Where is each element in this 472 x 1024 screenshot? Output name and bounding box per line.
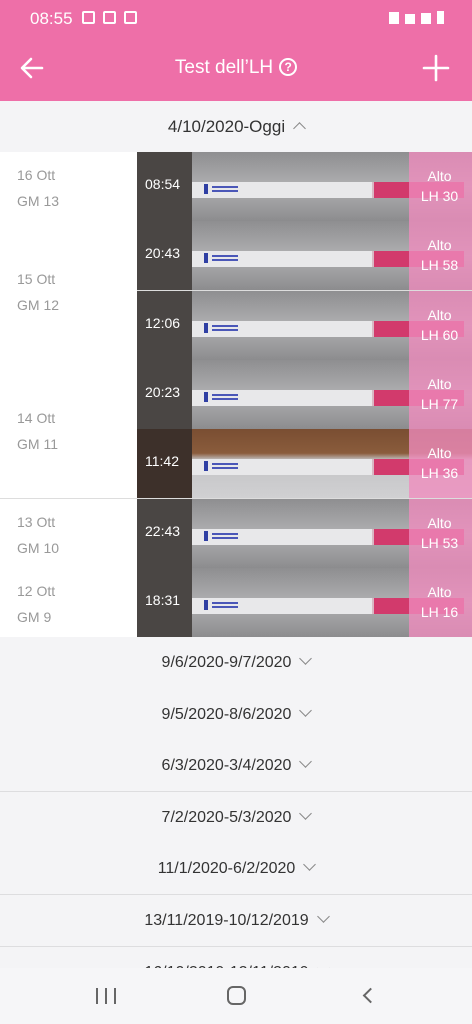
test-strip-item[interactable]: 20:43 Alto LH 58 bbox=[137, 221, 472, 290]
chevron-down-icon bbox=[299, 652, 313, 665]
test-level: Alto bbox=[427, 376, 452, 392]
battery-icon bbox=[437, 11, 444, 24]
period-label: 9/6/2020-9/7/2020 bbox=[161, 654, 292, 671]
gallery-icon bbox=[82, 11, 95, 24]
chevron-down-icon bbox=[316, 910, 330, 923]
home-icon[interactable] bbox=[227, 986, 246, 1005]
plus-icon bbox=[422, 54, 450, 82]
period-item[interactable]: 7/2/2020-5/3/2020 bbox=[0, 792, 472, 844]
test-time: 12:06 bbox=[145, 315, 181, 331]
test-time: 11:42 bbox=[145, 453, 179, 469]
test-result: Alto LH 53 bbox=[417, 513, 462, 553]
test-time: 20:23 bbox=[145, 384, 181, 400]
check-icon bbox=[124, 11, 137, 24]
test-level: Alto bbox=[427, 237, 452, 253]
day-label: 13 Ott GM 10 bbox=[17, 509, 59, 561]
test-lh-value: LH 36 bbox=[420, 465, 459, 481]
period-item[interactable]: 13/11/2019-10/12/2019 bbox=[0, 895, 472, 947]
period-label: 13/11/2019-10/12/2019 bbox=[144, 912, 309, 929]
test-level: Alto bbox=[427, 515, 452, 531]
test-result: Alto LH 16 bbox=[417, 582, 462, 622]
test-level: Alto bbox=[427, 445, 452, 461]
day-date: 13 Ott bbox=[17, 514, 56, 530]
period-item[interactable]: 9/5/2020-8/6/2020 bbox=[0, 689, 472, 741]
test-level: Alto bbox=[427, 584, 452, 600]
chevron-down-icon bbox=[299, 807, 313, 820]
test-result: Alto LH 77 bbox=[417, 374, 462, 414]
current-period-header[interactable]: 4/10/2020-Oggi bbox=[0, 101, 472, 152]
period-item[interactable]: 6/3/2020-3/4/2020 bbox=[0, 740, 472, 792]
cycle-day: GM 13 bbox=[17, 193, 60, 209]
test-result: Alto LH 30 bbox=[417, 166, 462, 206]
page-title-text: Test dell’LH bbox=[174, 57, 274, 78]
system-nav-bar bbox=[0, 968, 472, 1024]
cycle-day: GM 11 bbox=[17, 436, 58, 452]
cycle-day: GM 9 bbox=[17, 609, 52, 625]
day-label: 12 Ott GM 9 bbox=[17, 578, 55, 630]
test-time: 22:43 bbox=[145, 523, 181, 539]
signal-icon bbox=[421, 13, 431, 24]
chevron-down-icon bbox=[303, 858, 317, 871]
wifi-icon bbox=[405, 14, 415, 24]
test-strip-item[interactable]: 22:43 Alto LH 53 bbox=[137, 499, 472, 568]
test-lh-value: LH 53 bbox=[420, 535, 459, 551]
cycle-day: GM 12 bbox=[17, 297, 60, 313]
day-label: 15 Ott GM 12 bbox=[17, 266, 59, 318]
test-strip-item[interactable]: 18:31 Alto LH 16 bbox=[137, 568, 472, 637]
test-lh-value: LH 60 bbox=[420, 327, 459, 343]
test-result: Alto LH 60 bbox=[417, 305, 462, 345]
day-date: 12 Ott bbox=[17, 583, 56, 599]
current-period-label: 4/10/2020-Oggi bbox=[167, 117, 286, 136]
chevron-up-icon bbox=[293, 122, 306, 135]
test-time: 18:31 bbox=[145, 592, 181, 608]
notification-icons bbox=[82, 11, 137, 24]
day-date: 16 Ott bbox=[17, 167, 56, 183]
status-time: 08:55 bbox=[30, 9, 73, 28]
test-lh-value: LH 77 bbox=[420, 396, 459, 412]
test-lh-value: LH 16 bbox=[420, 604, 459, 620]
day-label: 14 Ott GM 11 bbox=[17, 405, 58, 457]
test-strip-item[interactable]: 11:42 Alto LH 36 bbox=[137, 429, 472, 498]
test-strip-item[interactable]: 12:06 Alto LH 60 bbox=[137, 291, 472, 360]
app-bar: 08:55 Test dell’LH? bbox=[0, 0, 472, 101]
shopping-icon bbox=[103, 11, 116, 24]
test-result: Alto LH 36 bbox=[417, 443, 462, 483]
status-bar: 08:55 bbox=[0, 0, 472, 38]
period-label: 9/5/2020-8/6/2020 bbox=[161, 706, 292, 723]
page-title: Test dell’LH? bbox=[0, 57, 472, 79]
system-icons bbox=[389, 11, 444, 24]
test-time: 08:54 bbox=[145, 176, 181, 192]
period-label: 7/2/2020-5/3/2020 bbox=[161, 809, 292, 826]
test-level: Alto bbox=[427, 168, 452, 184]
question-circle-icon[interactable]: ? bbox=[279, 58, 298, 76]
add-test-button[interactable] bbox=[420, 52, 452, 84]
test-lh-value: LH 58 bbox=[420, 257, 459, 273]
test-time: 20:43 bbox=[145, 245, 181, 261]
chevron-down-icon bbox=[299, 704, 313, 717]
test-strip-item[interactable]: 08:54 Alto LH 30 bbox=[137, 152, 472, 221]
back-nav-icon[interactable] bbox=[362, 987, 379, 1004]
day-date: 15 Ott bbox=[17, 271, 56, 287]
day-date: 14 Ott bbox=[17, 410, 56, 426]
test-result: Alto LH 58 bbox=[417, 235, 462, 275]
test-list: 16 Ott GM 13 15 Ott GM 12 14 Ott GM 11 13 O… bbox=[0, 152, 472, 637]
mute-icon bbox=[389, 12, 399, 24]
title-bar: Test dell’LH? bbox=[0, 38, 472, 101]
chevron-down-icon bbox=[299, 755, 313, 768]
test-strip-item[interactable]: 20:23 Alto LH 77 bbox=[137, 360, 472, 429]
period-label: 11/1/2020-6/2/2020 bbox=[157, 860, 296, 877]
test-lh-value: LH 30 bbox=[420, 188, 459, 204]
day-label: 16 Ott GM 13 bbox=[17, 162, 59, 214]
period-item[interactable]: 11/1/2020-6/2/2020 bbox=[0, 843, 472, 895]
cycle-day: GM 10 bbox=[17, 540, 60, 556]
test-level: Alto bbox=[427, 307, 452, 323]
recent-apps-icon[interactable] bbox=[96, 988, 116, 1004]
period-label: 6/3/2020-3/4/2020 bbox=[161, 757, 292, 774]
period-item[interactable]: 9/6/2020-9/7/2020 bbox=[0, 637, 472, 689]
